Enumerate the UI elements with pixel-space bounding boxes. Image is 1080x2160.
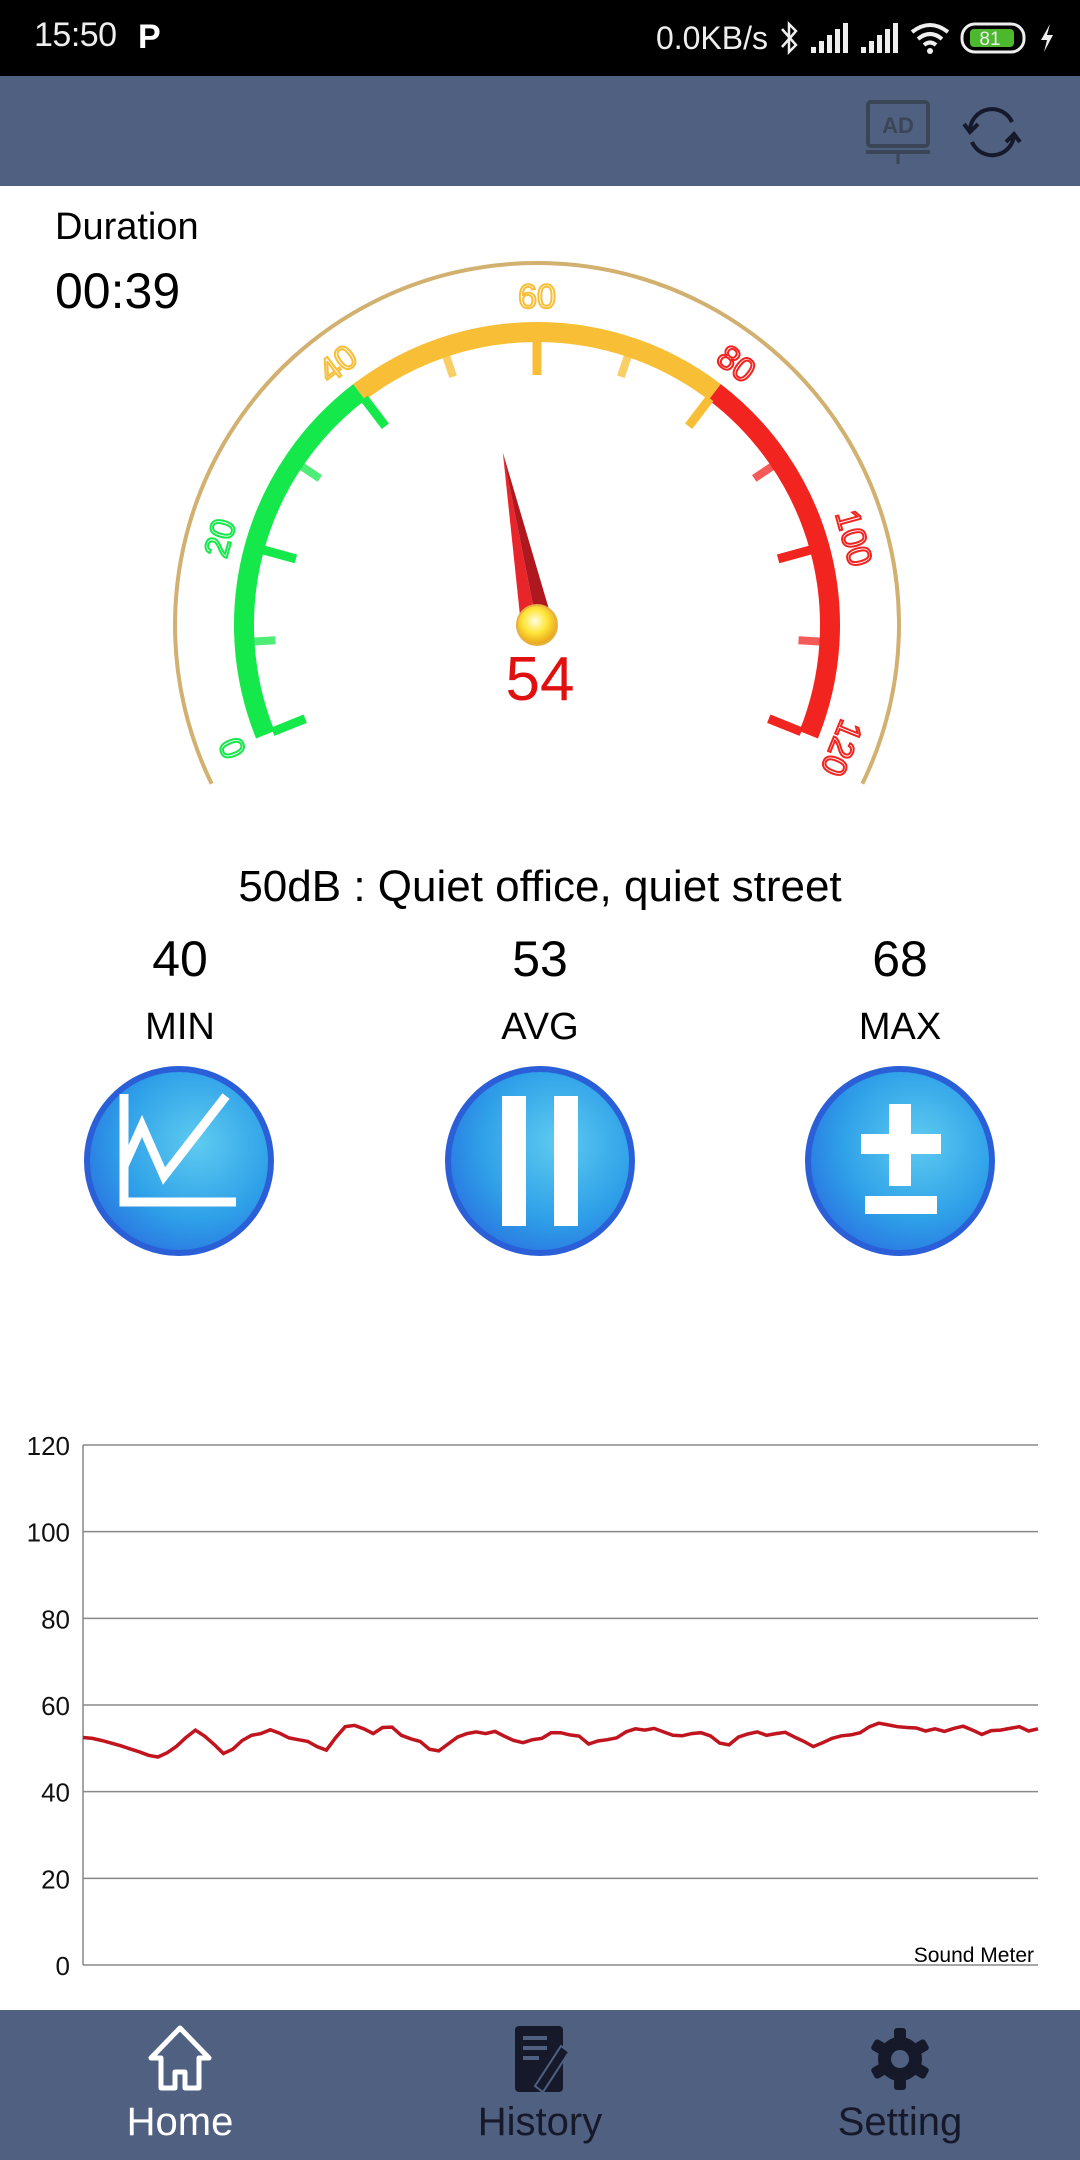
gauge-tick [767,714,803,736]
gauge-tick-label: 100 [828,506,880,571]
chart-ytick-label: 0 [56,1951,70,1981]
gauge-tick [271,714,307,736]
stat-avg-label: AVG [501,1006,579,1048]
gauge-tick [751,462,776,482]
chart-button[interactable] [84,1066,274,1256]
noise-level-description: 50dB : Quiet office, quiet street [238,862,842,911]
gauge-tick-label: 60 [518,278,556,316]
network-speed: 0.0KB/s [655,19,768,56]
gauge-zone-0 [234,384,366,739]
svg-text:AD: AD [882,113,914,138]
gauge-tick [260,545,298,564]
gauge-tick [360,395,389,429]
status-bar: 15:50 P 0.0KB/s 81 [0,0,1080,76]
wifi-icon [910,23,950,54]
gauge-tick [685,395,714,429]
nav-setting-label: Setting [837,2100,963,2144]
stat-min-label: MIN [145,1006,215,1048]
gauge-tick-label: 20 [197,515,244,562]
ad-button[interactable]: AD [862,96,934,168]
gauge-hub [516,604,558,646]
stat-avg: 53 AVG [420,930,660,1060]
stat-avg-value: 53 [512,931,568,987]
gauge-value: 54 [506,645,575,714]
stat-max-value: 68 [872,931,928,987]
home-icon [148,2025,212,2091]
chart-watermark: Sound Meter [914,1944,1034,1967]
chart-ytick-label: 20 [41,1864,70,1894]
gauge-tick [298,462,323,482]
gauge-tick [252,636,276,646]
chart-ytick-label: 120 [27,1431,70,1461]
gauge-tick [617,353,633,379]
svg-text:81: 81 [979,29,1000,50]
history-icon [515,2026,571,2094]
gear-icon [871,2028,929,2090]
bottom-navigation: Home History Setting [0,2010,1080,2160]
stat-min: 40 MIN [60,930,300,1060]
nav-setting[interactable]: Setting [720,2010,1080,2160]
gauge-tick [798,636,822,646]
gauge-tick [441,353,457,379]
pause-button[interactable] [445,1066,635,1256]
nav-history-label: History [477,2100,603,2144]
chart-ytick-label: 100 [27,1518,70,1548]
chart-ytick-label: 60 [41,1691,70,1721]
sound-level-gauge: 020406080100120 54 [173,261,901,785]
signal-icon [861,23,898,53]
refresh-icon [962,107,1022,158]
bluetooth-icon [781,20,798,56]
signal-icon [811,23,848,53]
chart-ytick-label: 40 [41,1778,70,1808]
chart-ytick-label: 80 [41,1604,70,1634]
nav-history[interactable]: History [360,2010,720,2160]
calibrate-button[interactable] [805,1066,995,1256]
gauge-needle [502,452,553,629]
refresh-button[interactable] [956,96,1028,168]
stat-min-value: 40 [152,931,208,987]
charging-icon [1041,24,1053,52]
nav-home[interactable]: Home [0,2010,360,2160]
nav-home-label: Home [126,2100,234,2144]
stat-max: 68 MAX [780,930,1020,1060]
parking-icon: P [138,18,161,56]
status-time: 15:50 [34,16,117,54]
sound-level-chart: 0 20 40 60 80 100 120 Sound Meter [27,1431,1039,1981]
gauge-tick-label: 0 [212,732,254,764]
battery-icon: 81 [960,22,1026,54]
chart-series-line [82,1721,1039,1759]
stat-max-label: MAX [858,1006,942,1048]
gauge-zone-2 [708,384,840,739]
gauge-tick [776,545,814,564]
ad-icon: AD [866,100,930,164]
gauge-needle-left [502,452,537,629]
